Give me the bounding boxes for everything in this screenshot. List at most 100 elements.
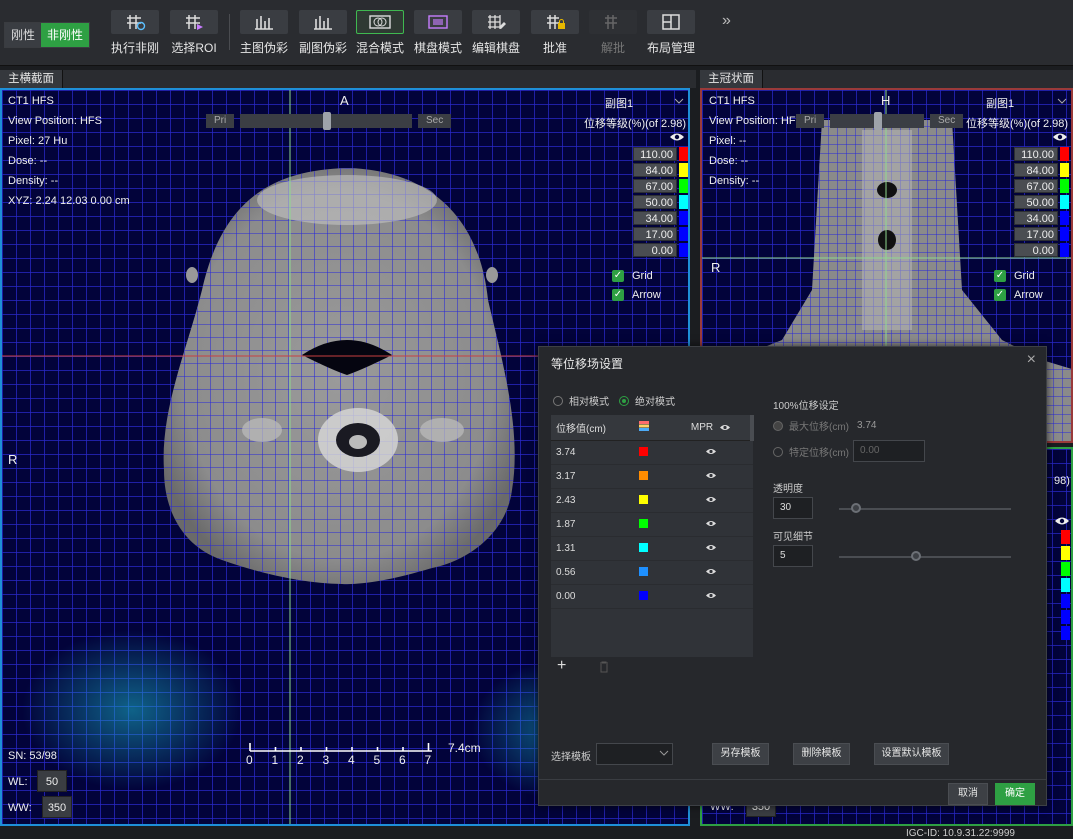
approve-button[interactable]: 批准 — [527, 10, 583, 58]
arrow-checkbox[interactable]: ✓ Arrow — [612, 289, 661, 301]
color-swatch[interactable] — [639, 566, 648, 576]
eye-icon[interactable] — [669, 131, 685, 143]
level-value[interactable]: 84.00 — [1014, 163, 1058, 177]
ok-button[interactable]: 确定 — [995, 783, 1035, 805]
max-displacement-radio[interactable]: 最大位移(cm) 3.74 — [773, 418, 876, 433]
window-width-input[interactable]: 350 — [42, 796, 72, 818]
pixel-value-label: Pixel: -- — [709, 135, 747, 147]
blend-mode-button[interactable]: 混合模式 — [352, 10, 408, 58]
color-swatch[interactable] — [639, 446, 648, 456]
grid-checkbox[interactable]: ✓ Grid — [994, 270, 1035, 282]
level-value[interactable]: 0.00 — [1014, 243, 1058, 257]
eye-icon[interactable] — [705, 471, 717, 480]
level-value[interactable]: 34.00 — [1014, 211, 1058, 225]
eye-icon[interactable] — [719, 423, 731, 432]
level-value[interactable]: 34.00 — [633, 211, 677, 225]
checkerboard-mode-button[interactable]: 棋盘模式 — [410, 10, 466, 58]
table-row[interactable]: 1.31 — [551, 537, 753, 561]
color-swatch[interactable] — [639, 518, 648, 528]
left-panel-tab[interactable]: 主横截面 — [0, 70, 63, 88]
level-value[interactable]: 67.00 — [633, 179, 677, 193]
set-default-template-button[interactable]: 设置默认模板 — [874, 743, 949, 765]
unapprove-button[interactable]: 解批 — [585, 10, 641, 58]
table-row[interactable]: 0.00 — [551, 585, 753, 609]
color-swatch[interactable] — [639, 590, 648, 600]
primary-button[interactable]: Pri — [206, 114, 235, 128]
opacity-slider-knob[interactable] — [851, 503, 862, 513]
visible-detail-input[interactable]: 5 — [773, 545, 813, 567]
blend-slider-thumb[interactable] — [874, 112, 882, 130]
specific-displacement-input[interactable]: 0.00 — [853, 440, 925, 462]
eye-icon[interactable] — [705, 447, 717, 456]
blend-slider-thumb[interactable] — [323, 112, 331, 130]
level-value[interactable]: 0.00 — [633, 243, 677, 257]
section-100-title: 100%位移设定 — [773, 401, 839, 412]
table-scrollbar[interactable] — [750, 415, 754, 441]
visible-detail-slider[interactable] — [839, 556, 1011, 558]
delete-template-button[interactable]: 删除模板 — [793, 743, 850, 765]
level-value[interactable]: 50.00 — [1014, 195, 1058, 209]
chevron-down-icon[interactable] — [674, 98, 684, 106]
window-width-label: WW: — [8, 802, 32, 814]
specific-displacement-radio[interactable]: 特定位移(cm) — [773, 444, 849, 459]
relative-mode-radio[interactable]: 相对模式 — [553, 393, 609, 408]
save-template-button[interactable]: 另存模板 — [712, 743, 769, 765]
level-value[interactable]: 67.00 — [1014, 179, 1058, 193]
absolute-mode-radio[interactable]: 绝对模式 — [619, 393, 675, 408]
nonrigid-mode-button[interactable]: 非刚性 — [41, 23, 90, 47]
secondary-image-select[interactable]: 副图1 — [986, 95, 1014, 111]
registration-mode-toggle[interactable]: 刚性 非刚性 — [4, 22, 91, 48]
add-row-button[interactable]: + — [557, 657, 566, 675]
eye-icon[interactable] — [705, 495, 717, 504]
table-row[interactable]: 3.74 — [551, 441, 753, 465]
scale-tick-label: 0 — [246, 753, 253, 767]
close-icon[interactable]: × — [1027, 351, 1036, 369]
grid-checkbox[interactable]: ✓ Grid — [612, 270, 653, 282]
level-value[interactable]: 17.00 — [1014, 227, 1058, 241]
layout-management-button[interactable]: 布局管理 — [643, 10, 699, 58]
toolbar-more-icon[interactable]: » — [722, 12, 731, 30]
level-value[interactable]: 84.00 — [633, 163, 677, 177]
level-value[interactable]: 110.00 — [633, 147, 677, 161]
table-row[interactable]: 3.17 — [551, 465, 753, 489]
blend-mode-icon — [369, 15, 391, 29]
chevron-down-icon[interactable] — [1057, 98, 1067, 106]
secondary-button[interactable]: Sec — [930, 114, 964, 128]
execute-nonrigid-button[interactable]: 执行非刚 — [107, 10, 163, 58]
partial-level-title: 98) — [1054, 475, 1070, 487]
secondary-image-select[interactable]: 副图1 — [605, 95, 633, 111]
opacity-slider[interactable] — [839, 508, 1011, 510]
eye-icon[interactable] — [705, 519, 717, 528]
secondary-pseudocolor-button[interactable]: 副图伪彩 — [295, 10, 351, 58]
chevron-down-icon[interactable] — [659, 750, 669, 757]
opacity-input[interactable]: 30 — [773, 497, 813, 519]
right-panel-tab[interactable]: 主冠状面 — [700, 70, 763, 88]
eye-icon[interactable] — [1052, 131, 1068, 143]
level-value[interactable]: 50.00 — [633, 195, 677, 209]
table-row[interactable]: 2.43 — [551, 489, 753, 513]
color-swatch[interactable] — [639, 470, 648, 480]
eye-icon[interactable] — [705, 567, 717, 576]
rigid-mode-button[interactable]: 刚性 — [5, 23, 42, 47]
primary-pseudocolor-button[interactable]: 主图伪彩 — [236, 10, 292, 58]
table-row[interactable]: 0.56 — [551, 561, 753, 585]
table-row[interactable]: 1.87 — [551, 513, 753, 537]
level-value[interactable]: 110.00 — [1014, 147, 1058, 161]
cancel-button[interactable]: 取消 — [948, 783, 988, 805]
eye-icon[interactable] — [1054, 515, 1070, 527]
color-swatch[interactable] — [639, 494, 648, 504]
arrow-checkbox[interactable]: ✓ Arrow — [994, 289, 1043, 301]
color-swatch[interactable] — [639, 542, 648, 552]
primary-button[interactable]: Pri — [796, 114, 825, 128]
select-roi-button[interactable]: 选择ROI — [166, 10, 222, 58]
level-color-swatch — [1060, 179, 1069, 193]
eye-icon[interactable] — [705, 543, 717, 552]
secondary-button[interactable]: Sec — [418, 114, 452, 128]
visible-detail-slider-knob[interactable] — [911, 551, 922, 561]
eye-icon[interactable] — [705, 591, 717, 600]
level-color-swatch — [679, 227, 688, 241]
edit-checkerboard-button[interactable]: 编辑棋盘 — [468, 10, 524, 58]
window-level-input[interactable]: 50 — [37, 770, 67, 792]
trash-icon[interactable] — [599, 661, 609, 673]
level-value[interactable]: 17.00 — [633, 227, 677, 241]
